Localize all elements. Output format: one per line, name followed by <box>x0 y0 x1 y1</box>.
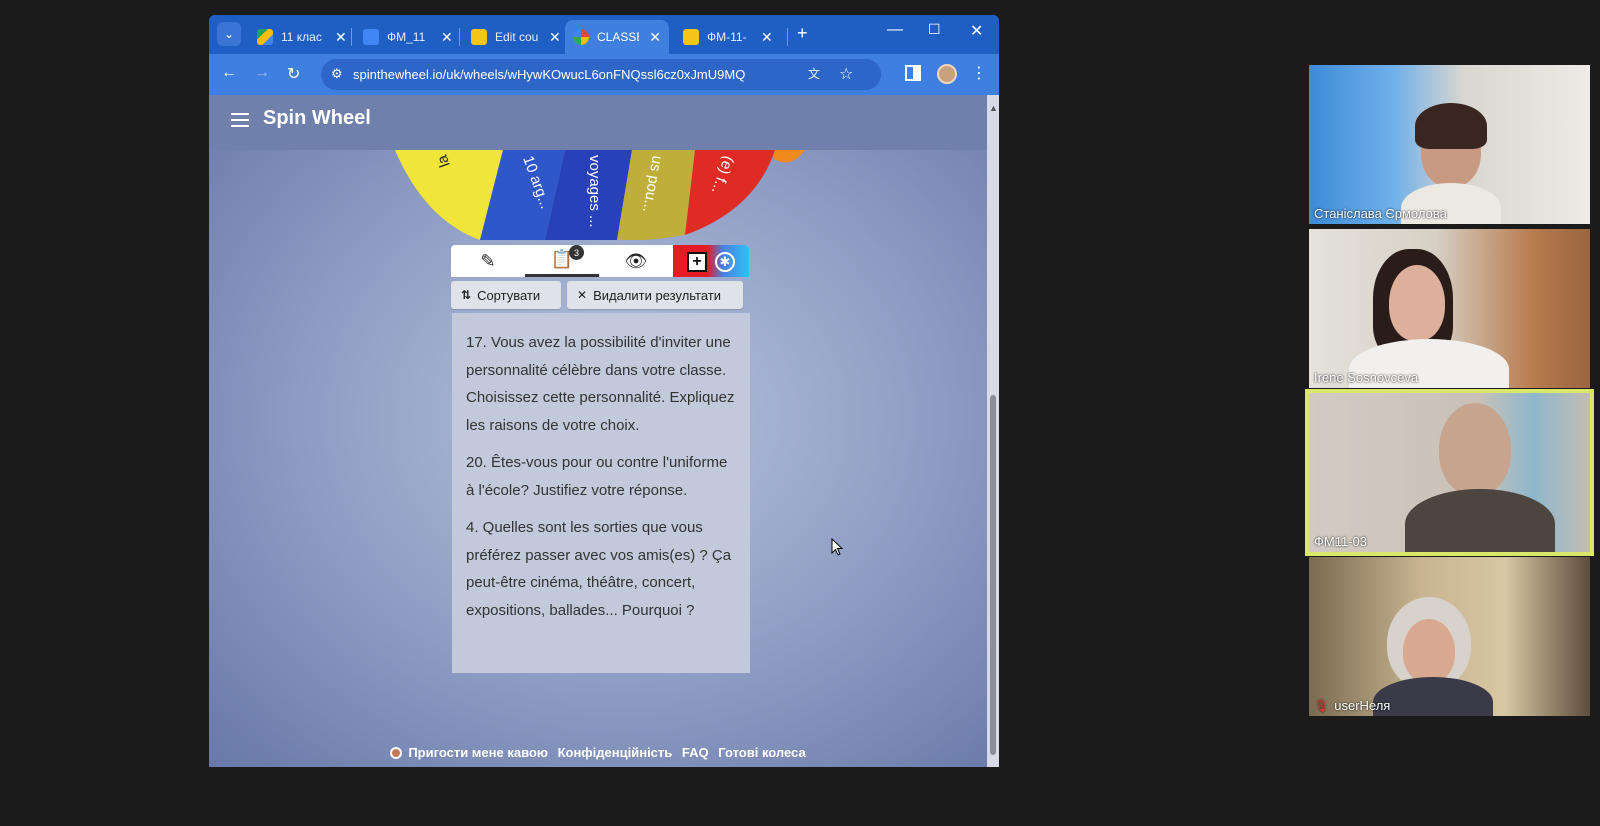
sort-button[interactable]: ⇅ Сортувати <box>451 281 561 309</box>
coffee-icon <box>390 747 403 759</box>
close-icon[interactable]: ✕ <box>649 29 661 46</box>
side-panel-icon[interactable] <box>905 65 921 81</box>
sort-label: Сортувати <box>477 287 541 303</box>
participant-tile[interactable]: Irene Sosnovceva <box>1309 229 1590 388</box>
results-list: 17. Vous avez la possibilité d'inviter u… <box>452 313 750 673</box>
tab-strip: ⌄ 11 клас ✕ ФМ_11 ✕ Edit cou ✕ CLASSE ✕ … <box>209 15 999 54</box>
close-icon: ✕ <box>577 288 588 302</box>
reload-icon[interactable]: ↻ <box>287 64 300 84</box>
participant-tile[interactable]: Станіслава Єрмолова <box>1309 65 1590 224</box>
url-text[interactable]: spinthewheel.io/uk/wheels/wHywKOwucL6onF… <box>353 67 745 82</box>
segment-label: voyages ... <box>586 155 603 228</box>
participant-name: Irene Sosnovceva <box>1314 370 1419 385</box>
more-menu-icon[interactable]: ⋮ <box>971 63 987 83</box>
page-footer: Пригости мене кавою Конфіденційність FAQ… <box>209 745 987 760</box>
wheel-segment <box>773 150 805 163</box>
tab-search-icon[interactable]: ⌄ <box>217 22 241 46</box>
close-icon[interactable]: ✕ <box>761 29 773 46</box>
bookmark-star-icon[interactable]: ☆ <box>839 64 853 84</box>
spin-wheel-icon <box>573 29 589 45</box>
faq-link[interactable]: FAQ <box>682 745 709 760</box>
browser-toolbar: ← → ↻ ⚙ spinthewheel.io/uk/wheels/wHywKO… <box>209 54 999 95</box>
spin-wheel-logo[interactable]: Spin Wheel <box>263 107 371 130</box>
menu-icon[interactable] <box>231 113 249 127</box>
forward-icon[interactable]: → <box>254 64 270 82</box>
site-settings-icon[interactable]: ⚙ <box>331 66 343 82</box>
back-icon[interactable]: ← <box>221 64 237 82</box>
buy-coffee-link[interactable]: Пригости мене кавою <box>408 745 548 760</box>
window-close-icon[interactable]: ✕ <box>970 21 983 41</box>
tab-label: Edit cou <box>495 30 539 44</box>
participant-tile-active-speaker[interactable]: ФМ11-03 <box>1305 389 1594 556</box>
page-content: Spin Wheel la ... 10 arg... voyages ... … <box>209 95 999 767</box>
tab-11-klas[interactable]: 11 клас ✕ <box>249 20 355 54</box>
page-scrollbar[interactable]: ▲ <box>987 95 999 767</box>
scroll-up-icon[interactable]: ▲ <box>989 103 998 113</box>
mic-off-icon: 🎙 <box>1314 699 1330 713</box>
participant-name: 🎙 userНеля <box>1314 698 1391 713</box>
list-item: 4. Quelles sont les sorties que vous pré… <box>466 519 732 619</box>
add-wheel-panel: + ✱ <box>673 245 749 277</box>
participant-video <box>1439 403 1511 495</box>
maximize-icon[interactable]: ☐ <box>928 21 941 38</box>
new-tab-icon[interactable]: + <box>797 23 808 44</box>
tab-fm11-doc[interactable]: ФМ_11 ✕ <box>355 20 461 54</box>
tab-label: CLASSE <box>597 30 639 44</box>
edit-page-icon <box>471 29 487 45</box>
clear-results-label: Видалити результати <box>593 287 721 303</box>
edit-pencil-icon[interactable]: ✎ <box>451 245 525 277</box>
tab-classe[interactable]: CLASSE ✕ <box>565 20 669 54</box>
tab-edit-course[interactable]: Edit cou ✕ <box>463 20 569 54</box>
results-clipboard-icon[interactable]: 📋 3 <box>525 245 599 277</box>
clear-results-button[interactable]: ✕ Видалити результати <box>567 281 743 309</box>
mouse-cursor-icon <box>831 538 843 556</box>
profile-avatar[interactable] <box>937 64 957 84</box>
translate-icon[interactable]: 文 <box>808 65 826 83</box>
tab-label: 11 клас <box>281 30 322 44</box>
google-drive-icon <box>257 29 273 45</box>
spin-wheel[interactable]: la ... 10 arg... voyages ... us pou... (… <box>395 150 805 240</box>
close-icon[interactable]: ✕ <box>441 29 453 46</box>
sort-icon: ⇅ <box>461 288 472 302</box>
close-icon[interactable]: ✕ <box>335 29 347 46</box>
app-header: Spin Wheel <box>209 95 987 150</box>
participant-name: ФМ11-03 <box>1314 534 1367 549</box>
results-count-badge: 3 <box>569 245 584 260</box>
ready-wheels-link[interactable]: Готові колеса <box>718 745 805 760</box>
tab-fm11-edit[interactable]: ФМ-11- ✕ <box>675 20 781 54</box>
participant-name: Станіслава Єрмолова <box>1314 206 1447 221</box>
wheel-panel-tabs: ✎ 📋 3 👁 + ✱ <box>451 245 749 277</box>
list-item: 20. Êtes-vous pour ou contre l'uniforme … <box>466 454 728 499</box>
hide-eye-icon[interactable]: 👁 <box>599 245 673 277</box>
privacy-link[interactable]: Конфіденційність <box>558 745 673 760</box>
google-docs-icon <box>363 29 379 45</box>
minimize-icon[interactable]: — <box>887 21 903 39</box>
participant-tile[interactable]: 🎙 userНеля <box>1309 557 1590 716</box>
scrollbar-thumb[interactable] <box>990 395 996 755</box>
add-plus-icon[interactable]: + <box>687 252 707 272</box>
address-bar[interactable]: ⚙ spinthewheel.io/uk/wheels/wHywKOwucL6o… <box>321 59 881 90</box>
close-icon[interactable]: ✕ <box>549 29 561 46</box>
edit-page-icon <box>683 29 699 45</box>
tab-label: ФМ_11 <box>387 30 426 44</box>
tab-label: ФМ-11- <box>707 30 747 44</box>
list-item: 17. Vous avez la possibilité d'inviter u… <box>466 334 735 434</box>
wheel-icon[interactable]: ✱ <box>715 252 735 272</box>
browser-window: ⌄ 11 клас ✕ ФМ_11 ✕ Edit cou ✕ CLASSE ✕ … <box>209 15 999 767</box>
